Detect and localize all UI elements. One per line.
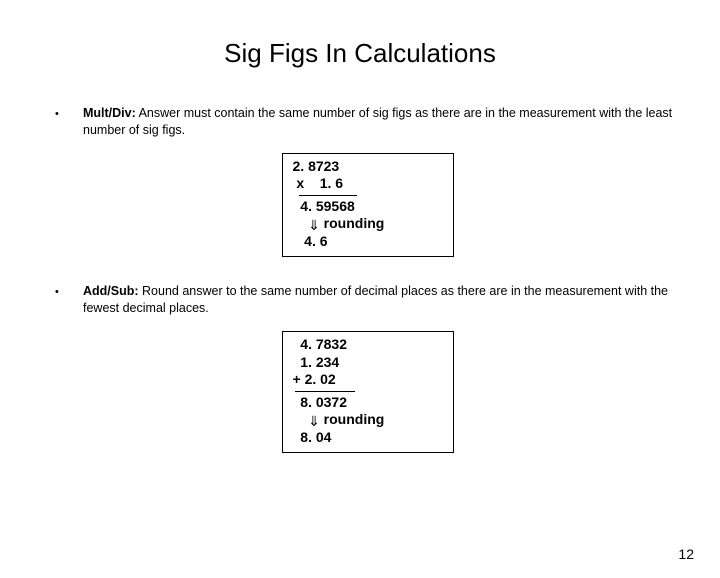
- calc2-line4: 8. 0372: [293, 394, 443, 412]
- bullet-dot-icon: •: [55, 105, 83, 139]
- calc1-line1: 2. 8723: [293, 158, 443, 176]
- bullet-list: • Mult/Div: Answer must contain the same…: [55, 105, 680, 453]
- down-arrow-icon: ⇓: [308, 413, 320, 431]
- down-arrow-icon: ⇓: [308, 217, 320, 235]
- calc1-line2: x 1. 6: [293, 175, 443, 193]
- bullet-addsub-label: Add/Sub:: [83, 284, 139, 298]
- calc1-line5: 4. 6: [293, 233, 443, 251]
- page-number: 12: [678, 546, 694, 562]
- calc2-rounding-label: rounding: [320, 411, 385, 427]
- calc2-line3: + 2. 02: [293, 371, 443, 389]
- calc2-line1: 4. 7832: [293, 336, 443, 354]
- calc2-line2: 1. 234: [293, 354, 443, 372]
- calc-box-addsub: 4. 7832 1. 234 + 2. 02 8. 0372 ⇓ roundin…: [282, 331, 454, 453]
- calc1-rule1: [299, 195, 357, 196]
- bullet-multdiv-label: Mult/Div:: [83, 106, 136, 120]
- calc2-arrow-line: ⇓ rounding: [293, 411, 443, 429]
- calc-box-multdiv: 2. 8723 x 1. 6 4. 59568 ⇓ rounding 4. 6: [282, 153, 454, 258]
- calc1-arrow-line: ⇓ rounding: [293, 215, 443, 233]
- bullet-dot-icon: •: [55, 283, 83, 317]
- bullet-addsub-text: Round answer to the same number of decim…: [83, 284, 668, 315]
- bullet-multdiv-text: Answer must contain the same number of s…: [83, 106, 672, 137]
- bullet-addsub: • Add/Sub: Round answer to the same numb…: [55, 283, 680, 317]
- calc2-line6: 8. 04: [293, 429, 443, 447]
- calc1-rounding-label: rounding: [320, 215, 385, 231]
- calc1-line3: 4. 59568: [293, 198, 443, 216]
- bullet-multdiv-body: Mult/Div: Answer must contain the same n…: [83, 105, 680, 139]
- bullet-multdiv: • Mult/Div: Answer must contain the same…: [55, 105, 680, 139]
- bullet-addsub-body: Add/Sub: Round answer to the same number…: [83, 283, 680, 317]
- calc2-rule1: [295, 391, 355, 392]
- slide-title: Sig Figs In Calculations: [0, 38, 720, 69]
